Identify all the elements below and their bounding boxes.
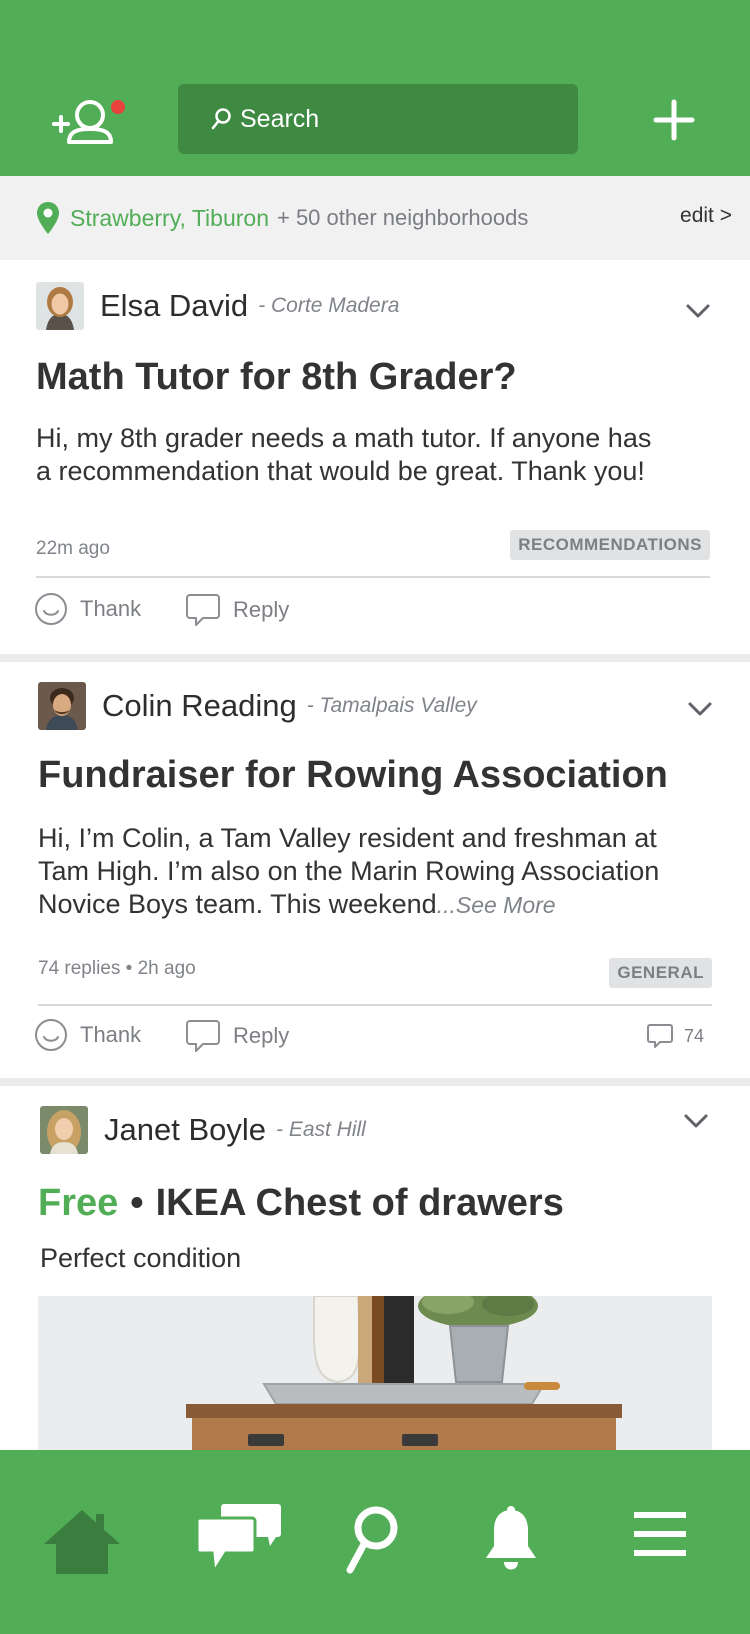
current-neighborhood-link[interactable]: Strawberry, Tiburon — [70, 205, 269, 232]
notification-dot — [111, 100, 125, 114]
divider — [36, 576, 710, 578]
avatar — [36, 282, 84, 330]
search-label: Search — [240, 104, 320, 133]
author-name: Elsa David — [100, 288, 249, 323]
search-bar[interactable]: Search — [178, 84, 578, 154]
post-author[interactable]: Elsa David - Corte Madera — [36, 282, 399, 330]
neighborhood-bar: Strawberry, Tiburon + 50 other neighborh… — [0, 176, 750, 260]
author-name: Janet Boyle — [104, 1112, 266, 1147]
reply-count[interactable]: 74 — [646, 1022, 704, 1050]
post-author[interactable]: Colin Reading - Tamalpais Valley — [38, 682, 477, 730]
thank-label: Thank — [80, 596, 142, 621]
smile-icon — [35, 593, 67, 625]
bottom-tab-bar — [0, 1450, 750, 1634]
add-user-icon — [52, 100, 113, 144]
feed-separator — [0, 1078, 750, 1086]
plus-icon — [653, 99, 695, 141]
reply-count-value: 74 — [684, 1025, 705, 1046]
post-title[interactable]: Math Tutor for 8th Grader? — [36, 356, 517, 399]
tab-messages[interactable] — [195, 1502, 282, 1579]
post-body-line: Tam High. I’m also on the Marin Rowing A… — [38, 856, 660, 886]
notifications-icon — [486, 1506, 536, 1570]
avatar — [40, 1106, 88, 1154]
reply-button[interactable]: Reply — [185, 592, 289, 628]
search-icon — [346, 1506, 398, 1574]
post-body-line: Novice Boys team. This weekend...See Mor… — [38, 888, 556, 922]
post-author[interactable]: Janet Boyle - East Hill — [40, 1106, 366, 1154]
title-bullet: • — [130, 1182, 144, 1224]
reply-button[interactable]: Reply — [185, 1018, 289, 1054]
menu-icon — [634, 1512, 686, 1556]
post-body-text: Novice Boys team. This weekend — [38, 889, 437, 919]
post-title[interactable]: Fundraiser for Rowing Association — [38, 754, 668, 797]
other-neighborhoods: + 50 other neighborhoods — [276, 205, 529, 230]
chevron-down-icon[interactable] — [685, 302, 711, 320]
speech-bubble-icon — [186, 594, 220, 626]
see-more-link[interactable]: ...See More — [437, 892, 556, 918]
category-badge[interactable]: GENERAL — [609, 958, 712, 988]
listing-description: Perfect condition — [40, 1243, 242, 1273]
author-neighborhood: - East Hill — [276, 1118, 366, 1141]
price-label: Free — [38, 1182, 119, 1224]
post-body-line: a recommendation that would be great. Th… — [36, 456, 645, 486]
listing-title[interactable]: Free • IKEA Chest of drawers — [38, 1182, 564, 1225]
author-neighborhood: - Corte Madera — [258, 294, 400, 317]
tab-menu[interactable] — [634, 1512, 686, 1561]
listing-name: IKEA Chest of drawers — [155, 1182, 564, 1224]
new-post-button[interactable] — [652, 96, 696, 144]
location-pin-icon — [37, 202, 59, 234]
post-meta: 22m ago — [36, 538, 110, 559]
post-meta: 74 replies • 2h ago — [38, 958, 196, 979]
thank-button[interactable]: Thank — [34, 592, 141, 626]
top-bar: Search — [0, 0, 750, 176]
author-neighborhood: - Tamalpais Valley — [306, 694, 477, 717]
reply-label: Reply — [233, 597, 290, 622]
feed-separator — [0, 654, 750, 662]
invite-neighbors-button[interactable] — [50, 94, 130, 154]
post-card: Colin Reading - Tamalpais Valley Fundrai… — [0, 662, 750, 1078]
divider — [38, 1004, 712, 1006]
post-body-line: Hi, I’m Colin, a Tam Valley resident and… — [38, 823, 657, 853]
thank-label: Thank — [80, 1022, 142, 1047]
tab-search[interactable] — [346, 1504, 402, 1581]
thank-button[interactable]: Thank — [34, 1018, 141, 1052]
reply-label: Reply — [233, 1023, 290, 1048]
post-body-line: Hi, my 8th grader needs a math tutor. If… — [36, 423, 652, 453]
avatar — [38, 682, 86, 730]
chevron-down-icon[interactable] — [683, 1112, 709, 1130]
tab-home[interactable] — [42, 1508, 122, 1581]
tab-notifications[interactable] — [484, 1506, 538, 1579]
listing-photo[interactable] — [38, 1296, 712, 1450]
author-name: Colin Reading — [102, 688, 297, 723]
search-icon — [211, 108, 231, 130]
messages-icon — [195, 1504, 281, 1577]
category-badge[interactable]: RECOMMENDATIONS — [510, 530, 710, 560]
edit-neighborhoods-link[interactable]: edit > — [680, 204, 732, 228]
speech-bubble-icon — [186, 1020, 220, 1052]
home-icon — [44, 1510, 120, 1574]
comment-count-icon — [647, 1024, 673, 1048]
post-card: Elsa David - Corte Madera Math Tutor for… — [0, 260, 750, 654]
chevron-down-icon[interactable] — [687, 700, 713, 718]
smile-icon — [35, 1019, 67, 1051]
